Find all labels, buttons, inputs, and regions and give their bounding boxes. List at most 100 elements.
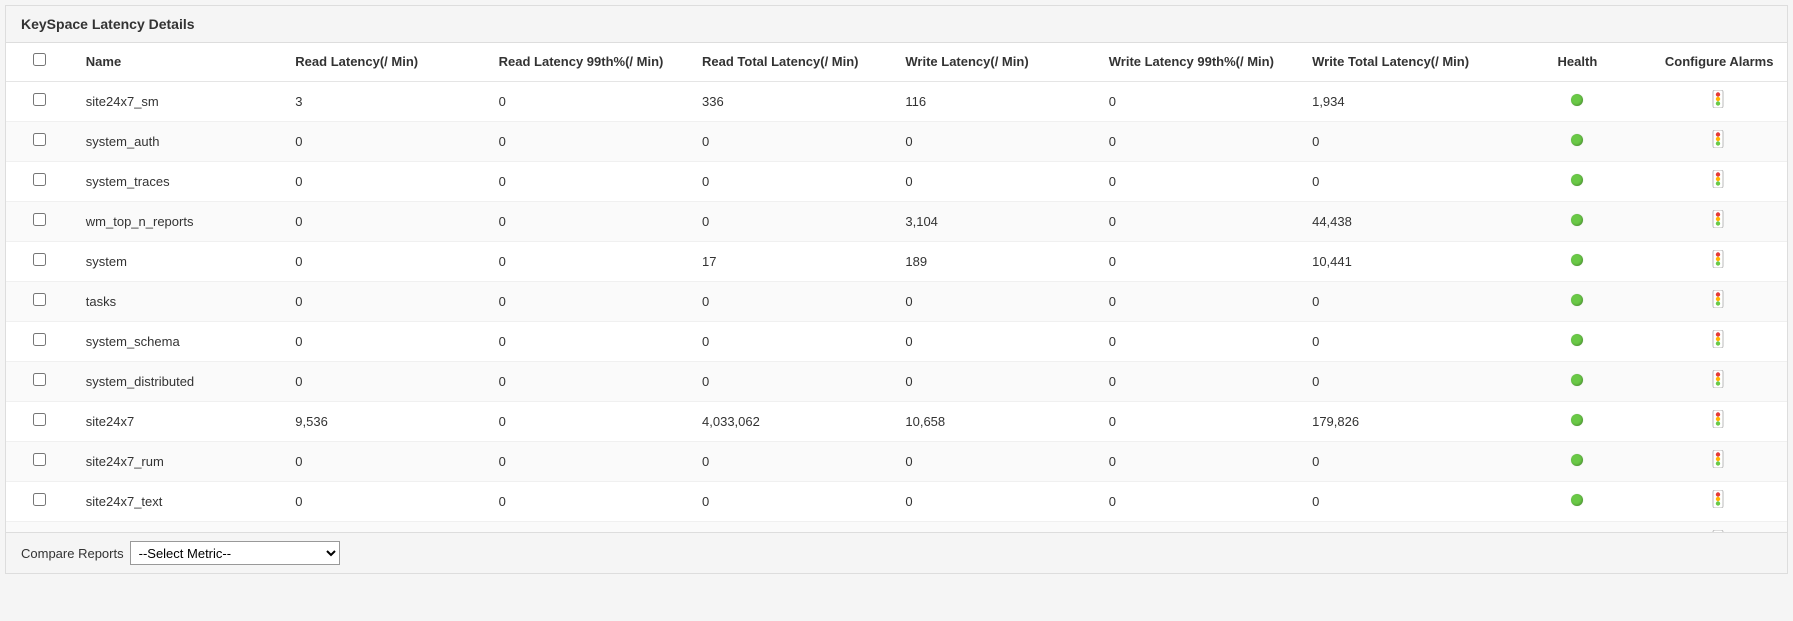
row-checkbox[interactable] [33, 493, 46, 506]
configure-alarms-cell [1651, 81, 1787, 121]
traffic-light-icon[interactable] [1712, 250, 1726, 270]
traffic-light-icon[interactable] [1712, 330, 1726, 350]
write-latency-cell: 0 [893, 121, 1096, 161]
column-header-health[interactable]: Health [1503, 43, 1651, 81]
traffic-light-icon[interactable] [1712, 130, 1726, 150]
read-latency-cell: 0 [283, 281, 486, 321]
latency-table: Name Read Latency(/ Min) Read Latency 99… [6, 43, 1787, 533]
write-total-cell: 0 [1300, 281, 1503, 321]
keyspace-name[interactable]: site24x7_bm [74, 521, 284, 533]
select-all-checkbox[interactable] [33, 53, 46, 66]
traffic-light-icon[interactable] [1712, 410, 1726, 430]
keyspace-name[interactable]: system_auth [74, 121, 284, 161]
column-header-name[interactable]: Name [74, 43, 284, 81]
health-cell [1503, 441, 1651, 481]
table-row: system_auth000000 [6, 121, 1787, 161]
read-total-cell: 4,033,062 [690, 401, 893, 441]
column-header-read-total[interactable]: Read Total Latency(/ Min) [690, 43, 893, 81]
column-header-read-latency[interactable]: Read Latency(/ Min) [283, 43, 486, 81]
read-total-cell: 0 [690, 361, 893, 401]
configure-alarms-cell [1651, 401, 1787, 441]
configure-alarms-cell [1651, 121, 1787, 161]
keyspace-name[interactable]: system_traces [74, 161, 284, 201]
write-latency-99-cell: 0 [1097, 121, 1300, 161]
row-checkbox[interactable] [33, 213, 46, 226]
header-checkbox-cell [6, 43, 74, 81]
health-cell [1503, 81, 1651, 121]
row-checkbox[interactable] [33, 293, 46, 306]
table-row: site24x79,53604,033,06210,6580179,826 [6, 401, 1787, 441]
traffic-light-icon[interactable] [1712, 450, 1726, 470]
row-checkbox[interactable] [33, 133, 46, 146]
read-total-cell: 0 [690, 281, 893, 321]
read-total-cell: 0 [690, 481, 893, 521]
keyspace-name[interactable]: tasks [74, 281, 284, 321]
metric-select[interactable]: --Select Metric-- [130, 541, 340, 565]
health-dot-icon [1571, 94, 1583, 106]
read-latency-cell: 0 [283, 481, 486, 521]
panel-title: KeySpace Latency Details [6, 6, 1787, 43]
row-checkbox[interactable] [33, 453, 46, 466]
keyspace-name[interactable]: wm_top_n_reports [74, 201, 284, 241]
health-cell [1503, 241, 1651, 281]
write-latency-99-cell: 0 [1097, 241, 1300, 281]
traffic-light-icon[interactable] [1712, 490, 1726, 510]
keyspace-name[interactable]: system_schema [74, 321, 284, 361]
health-cell [1503, 201, 1651, 241]
compare-reports-label: Compare Reports [21, 546, 124, 561]
column-header-write-latency-99[interactable]: Write Latency 99th%(/ Min) [1097, 43, 1300, 81]
keyspace-name[interactable]: site24x7_text [74, 481, 284, 521]
write-total-cell: 179,826 [1300, 401, 1503, 441]
write-latency-cell: 0 [893, 161, 1096, 201]
read-latency-99-cell: 0 [487, 81, 690, 121]
column-header-write-total[interactable]: Write Total Latency(/ Min) [1300, 43, 1503, 81]
traffic-light-icon[interactable] [1712, 170, 1726, 190]
keyspace-name[interactable]: site24x7 [74, 401, 284, 441]
row-checkbox[interactable] [33, 253, 46, 266]
keyspace-name[interactable]: site24x7_rum [74, 441, 284, 481]
traffic-light-icon[interactable] [1712, 90, 1726, 110]
write-latency-99-cell: 0 [1097, 401, 1300, 441]
write-total-cell: 0 [1300, 481, 1503, 521]
keyspace-name[interactable]: system_distributed [74, 361, 284, 401]
read-total-cell: 0 [690, 521, 893, 533]
health-cell [1503, 161, 1651, 201]
read-latency-99-cell: 0 [487, 321, 690, 361]
read-latency-cell: 0 [283, 241, 486, 281]
configure-alarms-cell [1651, 281, 1787, 321]
health-dot-icon [1571, 454, 1583, 466]
keyspace-latency-panel: KeySpace Latency Details Name Read Laten… [5, 5, 1788, 574]
column-header-read-latency-99[interactable]: Read Latency 99th%(/ Min) [487, 43, 690, 81]
read-latency-99-cell: 0 [487, 121, 690, 161]
health-cell [1503, 401, 1651, 441]
row-checkbox[interactable] [33, 373, 46, 386]
write-latency-cell: 10,658 [893, 401, 1096, 441]
read-latency-cell: 0 [283, 201, 486, 241]
keyspace-name[interactable]: site24x7_sm [74, 81, 284, 121]
keyspace-name[interactable]: system [74, 241, 284, 281]
row-checkbox[interactable] [33, 333, 46, 346]
read-latency-cell: 0 [283, 121, 486, 161]
read-latency-cell: 9,536 [283, 401, 486, 441]
health-dot-icon [1571, 334, 1583, 346]
write-latency-99-cell: 0 [1097, 161, 1300, 201]
traffic-light-icon[interactable] [1712, 370, 1726, 390]
table-scroll-area[interactable]: Name Read Latency(/ Min) Read Latency 99… [6, 43, 1787, 533]
column-header-alarms[interactable]: Configure Alarms [1651, 43, 1787, 81]
write-latency-cell: 0 [893, 361, 1096, 401]
row-checkbox[interactable] [33, 93, 46, 106]
read-latency-99-cell: 0 [487, 361, 690, 401]
table-row: system_traces000000 [6, 161, 1787, 201]
configure-alarms-cell [1651, 441, 1787, 481]
column-header-write-latency[interactable]: Write Latency(/ Min) [893, 43, 1096, 81]
traffic-light-icon[interactable] [1712, 290, 1726, 310]
configure-alarms-cell [1651, 481, 1787, 521]
row-checkbox[interactable] [33, 173, 46, 186]
configure-alarms-cell [1651, 321, 1787, 361]
row-checkbox[interactable] [33, 413, 46, 426]
traffic-light-icon[interactable] [1712, 210, 1726, 230]
health-cell [1503, 321, 1651, 361]
read-latency-99-cell: 0 [487, 161, 690, 201]
write-latency-99-cell: 0 [1097, 321, 1300, 361]
footer-bar: Compare Reports --Select Metric-- [6, 533, 1787, 573]
